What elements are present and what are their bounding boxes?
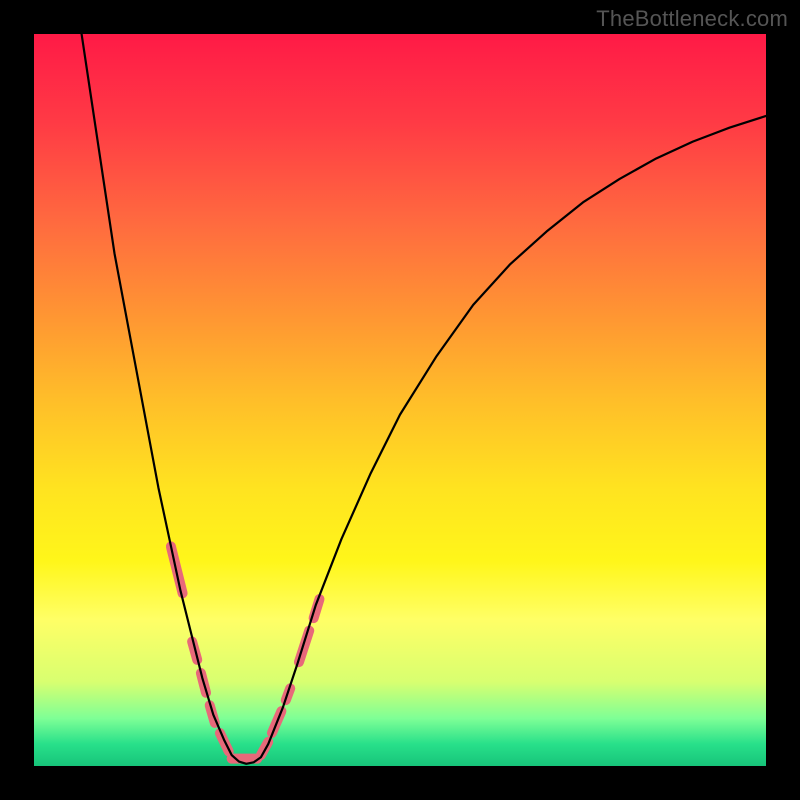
chart-container: TheBottleneck.com <box>0 0 800 800</box>
chart-svg <box>34 34 766 766</box>
plot-area <box>34 34 766 766</box>
watermark-text: TheBottleneck.com <box>596 6 788 32</box>
marker-group <box>171 546 320 758</box>
curve-path <box>82 34 766 764</box>
